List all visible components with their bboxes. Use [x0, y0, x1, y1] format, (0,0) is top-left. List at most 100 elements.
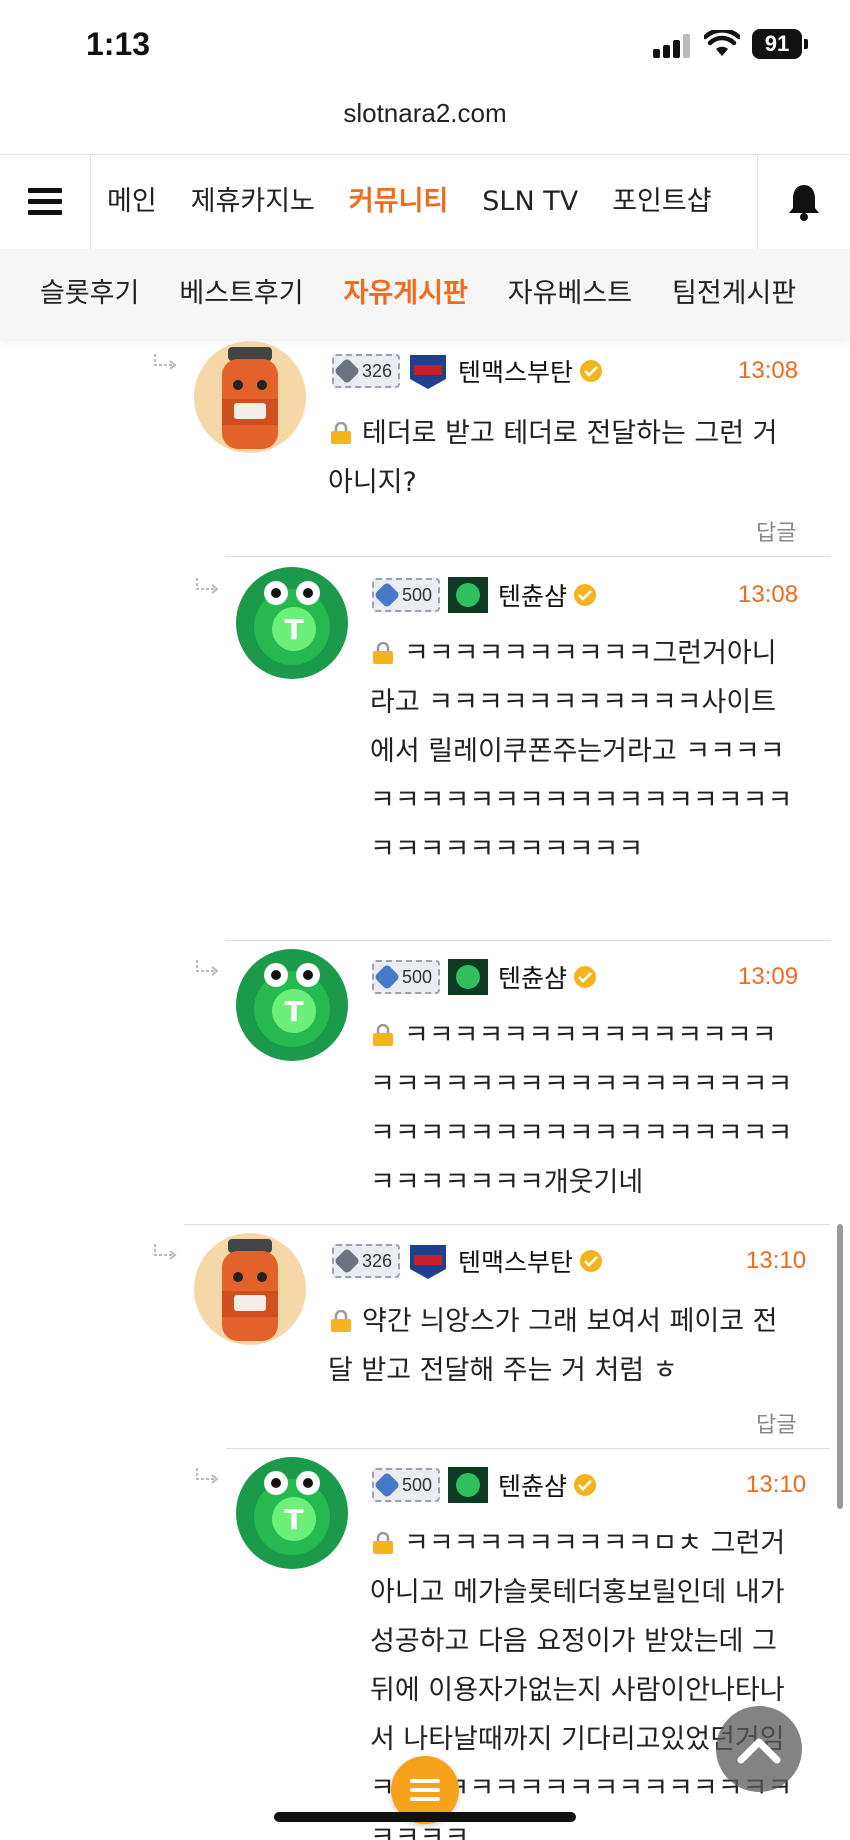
rank-badge-icon — [448, 1467, 489, 1503]
subtab-free-best[interactable]: 자유베스트 — [508, 249, 632, 339]
tab-sln-tv[interactable]: SLN TV — [482, 155, 578, 249]
bell-icon — [789, 185, 819, 221]
comment-body: ㅋㅋㅋㅋㅋㅋㅋㅋㅋㅋ그런거아니라고 ㅋㅋㅋㅋㅋㅋㅋㅋㅋㅋㅋ사이트에서 릴레이쿠폰… — [370, 638, 793, 865]
tab-main[interactable]: 메인 — [107, 155, 157, 249]
avatar[interactable] — [194, 341, 306, 453]
level-value: 500 — [402, 1474, 433, 1495]
scroll-top-button[interactable] — [716, 1706, 802, 1792]
reply-button[interactable]: 답글 — [756, 1407, 796, 1439]
divider — [226, 1448, 830, 1449]
tab-partner-casino[interactable]: 제휴카지노 — [191, 155, 315, 249]
level-value: 326 — [362, 1250, 393, 1271]
rank-badge-icon — [410, 1245, 447, 1279]
svg-text:T: T — [284, 995, 303, 1028]
verified-icon — [574, 584, 597, 606]
sub-nav: 슬롯후기 베스트후기 자유게시판 자유베스트 팀전게시판 — [0, 249, 850, 339]
arrow-up-icon — [737, 1738, 781, 1764]
reply-button[interactable]: 답글 — [756, 515, 796, 547]
reply-arrow-icon — [154, 354, 177, 370]
level-value: 500 — [402, 966, 433, 987]
comment-list: 326 텐맥스부탄 13:08 테더로 받고 테더로 전달하는 그런 거 아니지… — [0, 339, 850, 1840]
divider — [226, 940, 830, 941]
nickname[interactable]: 텐츈샴 — [498, 1467, 567, 1503]
subtab-free-board[interactable]: 자유게시판 — [344, 249, 468, 339]
home-indicator[interactable] — [274, 1812, 576, 1822]
hamburger-icon — [28, 188, 62, 215]
comment-meta: 326 텐맥스부탄 — [332, 349, 603, 393]
avatar[interactable]: T — [236, 567, 348, 679]
reply-arrow-icon — [196, 1468, 219, 1484]
comment-time: 13:08 — [738, 581, 799, 608]
comment-time: 13:09 — [738, 963, 799, 990]
battery-indicator: 91 — [752, 29, 802, 59]
subtab-best-review[interactable]: 베스트후기 — [179, 249, 303, 339]
level-icon — [373, 963, 401, 991]
status-time: 1:13 — [86, 26, 151, 62]
main-nav: 메인 제휴카지노 커뮤니티 SLN TV 포인트샵 — [0, 154, 850, 250]
subtab-team-board[interactable]: 팀전게시판 — [672, 249, 796, 339]
level-badge: 500 — [372, 1468, 441, 1502]
lock-icon — [373, 642, 393, 664]
svg-text:T: T — [284, 1503, 303, 1536]
rank-badge-icon — [448, 577, 489, 613]
subtab-slot-review[interactable]: 슬롯후기 — [40, 249, 139, 339]
tab-community[interactable]: 커뮤니티 — [349, 155, 448, 249]
rank-badge-icon — [410, 355, 447, 389]
nickname[interactable]: 텐츈샴 — [498, 959, 567, 995]
list-icon — [410, 1779, 440, 1801]
nickname[interactable]: 텐맥스부탄 — [458, 353, 573, 389]
notification-button[interactable] — [757, 155, 850, 249]
lock-icon — [373, 1532, 393, 1554]
level-value: 326 — [362, 360, 393, 381]
comment-text: ㅋㅋㅋㅋㅋㅋㅋㅋㅋㅋㅋㅋㅋㅋㅋㅋㅋㅋㅋㅋㅋㅋㅋㅋㅋㅋㅋㅋㅋㅋㅋㅋㅋㅋㅋㅋㅋㅋㅋㅋ… — [370, 1011, 800, 1207]
comment-time: 13:10 — [746, 1247, 807, 1274]
level-badge: 500 — [372, 578, 441, 612]
level-icon — [333, 357, 361, 385]
status-bar: 1:13 91 — [0, 0, 850, 92]
lock-icon — [331, 1310, 351, 1332]
comment-meta: 500 텐츈샴 — [372, 573, 597, 617]
level-badge: 326 — [332, 1244, 401, 1278]
avatar[interactable]: T — [236, 1457, 348, 1569]
reply-arrow-icon — [196, 960, 219, 976]
level-value: 500 — [402, 584, 433, 605]
reply-arrow-icon — [154, 1244, 177, 1260]
comment-text: 약간 늬앙스가 그래 보여서 페이코 전달 받고 전달해 주는 거 처럼 ㅎ — [328, 1297, 798, 1395]
nav-tabs: 메인 제휴카지노 커뮤니티 SLN TV 포인트샵 — [90, 155, 758, 249]
reply-arrow-icon — [196, 578, 219, 594]
comment-meta: 500 텐츈샴 — [372, 955, 597, 999]
avatar[interactable]: T — [236, 949, 348, 1061]
comment-text: ㅋㅋㅋㅋㅋㅋㅋㅋㅋㅋ그런거아니라고 ㅋㅋㅋㅋㅋㅋㅋㅋㅋㅋㅋ사이트에서 릴레이쿠폰… — [370, 629, 800, 874]
comment-meta: 326 텐맥스부탄 — [332, 1239, 603, 1283]
level-icon — [373, 1471, 401, 1499]
scrollbar[interactable] — [837, 1224, 843, 1509]
browser-url[interactable]: slotnara2.com — [0, 98, 850, 129]
level-badge: 326 — [332, 354, 401, 388]
level-icon — [333, 1247, 361, 1275]
verified-icon — [580, 360, 603, 382]
wifi-icon — [704, 30, 740, 56]
verified-icon — [574, 1474, 597, 1496]
lock-icon — [331, 422, 351, 444]
divider — [226, 556, 830, 557]
comment-body: ㅋㅋㅋㅋㅋㅋㅋㅋㅋㅋㅋㅋㅋㅋㅋㅋㅋㅋㅋㅋㅋㅋㅋㅋㅋㅋㅋㅋㅋㅋㅋㅋㅋㅋㅋㅋㅋㅋㅋㅋ… — [370, 1020, 793, 1198]
nickname[interactable]: 텐츈샴 — [498, 577, 567, 613]
comment-text: 테더로 받고 테더로 전달하는 그런 거 아니지? — [328, 409, 798, 507]
battery-tip — [804, 39, 808, 49]
verified-icon — [574, 966, 597, 988]
divider — [184, 1224, 830, 1225]
verified-icon — [580, 1250, 603, 1272]
lock-icon — [373, 1024, 393, 1046]
svg-text:T: T — [284, 613, 303, 646]
rank-badge-icon — [448, 959, 489, 995]
comment-body: 약간 늬앙스가 그래 보여서 페이코 전달 받고 전달해 주는 거 처럼 ㅎ — [328, 1306, 778, 1386]
comment-body: 테더로 받고 테더로 전달하는 그런 거 아니지? — [328, 418, 778, 498]
tab-point-shop[interactable]: 포인트샵 — [612, 155, 711, 249]
signal-icon — [653, 34, 693, 58]
avatar[interactable] — [194, 1233, 306, 1345]
level-badge: 500 — [372, 960, 441, 994]
comment-time: 13:10 — [746, 1471, 807, 1498]
nickname[interactable]: 텐맥스부탄 — [458, 1243, 573, 1279]
menu-button[interactable] — [0, 155, 91, 249]
level-icon — [373, 581, 401, 609]
